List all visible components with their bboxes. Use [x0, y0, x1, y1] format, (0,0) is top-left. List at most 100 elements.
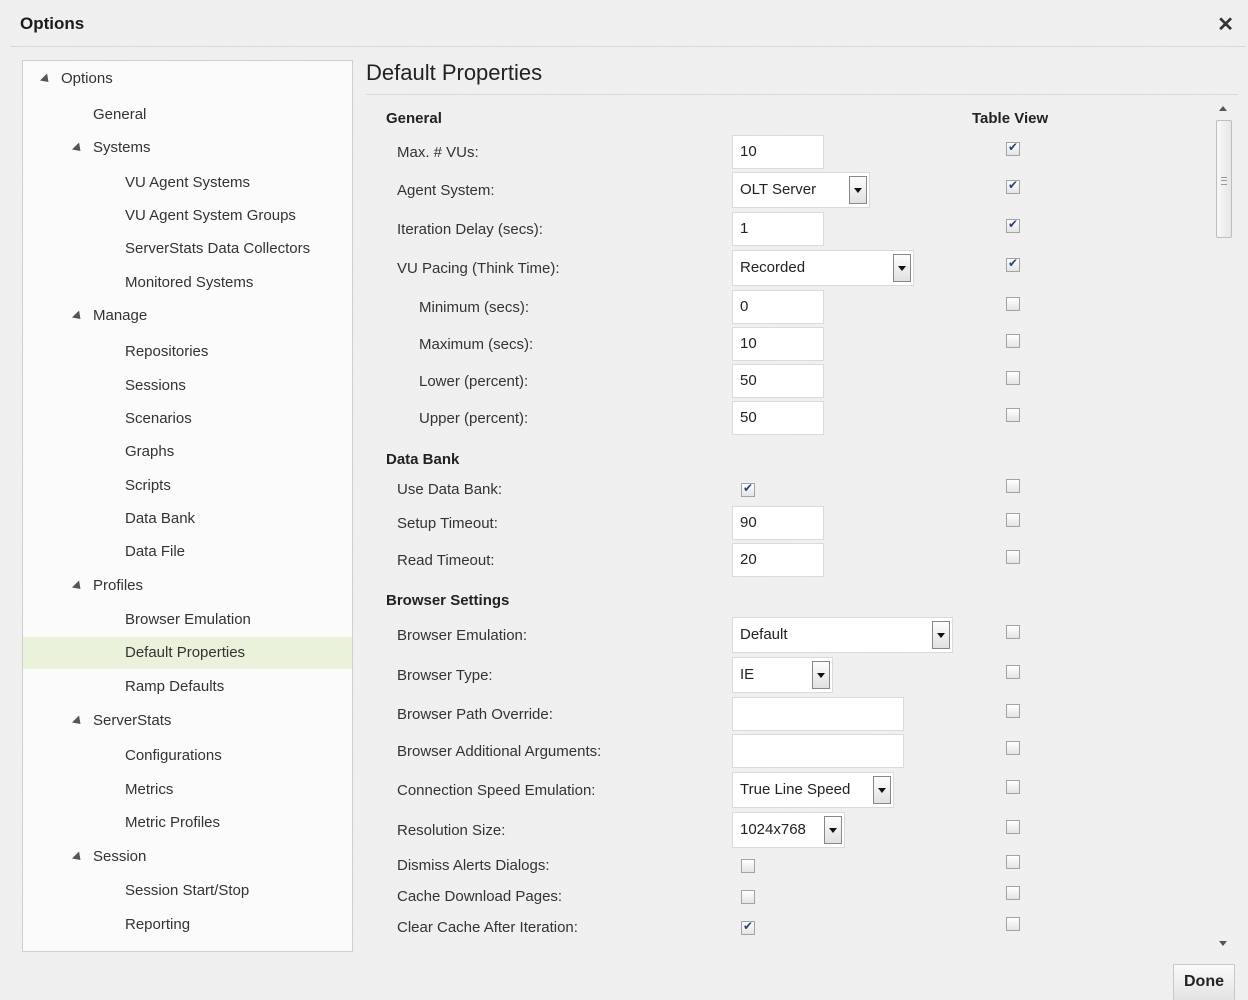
tree-item-label: Sessions	[125, 377, 186, 394]
select-value: 1024x768	[740, 821, 806, 838]
tree-item-label: Scripts	[125, 477, 171, 494]
tree-item-profiles[interactable]: Profiles	[23, 570, 352, 602]
agent-system-table-view-checkbox[interactable]	[1006, 178, 1020, 194]
connection-speed-emulation-table-view-checkbox[interactable]	[1006, 780, 1020, 794]
lower-percent-table-view-checkbox[interactable]	[1006, 371, 1020, 385]
maximum-secs-input[interactable]: 10	[732, 327, 824, 361]
use-data-bank-checkbox[interactable]	[741, 481, 755, 497]
browser-path-override-input[interactable]	[732, 697, 904, 731]
iteration-delay-secs-table-view-checkbox[interactable]	[1006, 217, 1020, 233]
chevron-down-icon[interactable]	[812, 661, 830, 689]
expand-triangle-icon[interactable]	[71, 580, 85, 593]
tree-item-scenarios[interactable]: Scenarios	[23, 403, 352, 435]
tree-item-label: Repositories	[125, 343, 209, 360]
dismiss-alerts-dialogs-table-view-checkbox[interactable]	[1006, 855, 1020, 869]
minimum-secs-table-view-checkbox[interactable]	[1006, 297, 1020, 311]
browser-additional-arguments-table-view-checkbox[interactable]	[1006, 741, 1020, 755]
tree-item-browser-emulation[interactable]: Browser Emulation	[23, 604, 352, 636]
scroll-down-icon[interactable]	[1219, 941, 1227, 946]
scroll-up-icon[interactable]	[1219, 106, 1227, 111]
tree-item-data-file[interactable]: Data File	[23, 536, 352, 568]
tree-item-session[interactable]: Session	[23, 841, 352, 873]
browser-additional-arguments-input[interactable]	[732, 734, 904, 768]
tree-item-default-properties[interactable]: Default Properties	[23, 637, 352, 669]
minimum-secs-label: Minimum (secs):	[419, 299, 530, 316]
tree-item-monitored-systems[interactable]: Monitored Systems	[23, 267, 352, 299]
connection-speed-emulation-select[interactable]: True Line Speed	[732, 772, 894, 808]
tree-item-metrics[interactable]: Metrics	[23, 774, 352, 806]
tree-item-sessions[interactable]: Sessions	[23, 370, 352, 402]
setup-timeout-table-view-checkbox[interactable]	[1006, 513, 1020, 527]
properties-scrollbar[interactable]	[1214, 100, 1234, 952]
expand-triangle-icon[interactable]	[39, 73, 53, 86]
clear-cache-after-iteration-table-view-checkbox[interactable]	[1006, 917, 1020, 931]
chevron-down-icon[interactable]	[932, 621, 950, 649]
heading-divider	[366, 94, 1238, 95]
cache-download-pages-table-view-checkbox[interactable]	[1006, 886, 1020, 900]
max-vus-table-view-checkbox[interactable]	[1006, 140, 1020, 156]
tree-item-repositories[interactable]: Repositories	[23, 336, 352, 368]
tree-item-graphs[interactable]: Graphs	[23, 436, 352, 468]
scroll-thumb[interactable]	[1216, 120, 1232, 238]
max-vus-input[interactable]: 10	[732, 135, 824, 169]
browser-emulation-table-view-checkbox[interactable]	[1006, 625, 1020, 639]
chevron-down-icon[interactable]	[893, 254, 911, 282]
minimum-secs-input[interactable]: 0	[732, 290, 824, 324]
tree-item-manage[interactable]: Manage	[23, 300, 352, 332]
tree-item-label: VU Agent Systems	[125, 174, 251, 191]
lower-percent-input[interactable]: 50	[732, 364, 824, 398]
tree-item-serverstats-data-collectors[interactable]: ServerStats Data Collectors	[23, 233, 352, 265]
dismiss-alerts-dialogs-checkbox[interactable]	[741, 859, 755, 873]
browser-type-select[interactable]: IE	[732, 657, 833, 693]
tree-item-data-bank[interactable]: Data Bank	[23, 503, 352, 535]
browser-type-table-view-checkbox[interactable]	[1006, 665, 1020, 679]
done-button[interactable]: Done	[1173, 964, 1235, 1000]
iteration-delay-secs-input[interactable]: 1	[732, 212, 824, 246]
chevron-down-icon[interactable]	[849, 176, 867, 204]
expand-triangle-icon[interactable]	[71, 715, 85, 728]
tree-item-reporting[interactable]: Reporting	[23, 909, 352, 941]
chevron-down-icon[interactable]	[824, 816, 842, 844]
tree-item-label: Profiles	[93, 577, 144, 594]
vu-pacing-think-time-select[interactable]: Recorded	[732, 250, 914, 286]
browser-path-override-table-view-checkbox[interactable]	[1006, 704, 1020, 718]
tree-item-scripts[interactable]: Scripts	[23, 470, 352, 502]
browser-emulation-label: Browser Emulation:	[397, 627, 528, 644]
tree-item-session-start-stop[interactable]: Session Start/Stop	[23, 875, 352, 907]
resolution-size-select[interactable]: 1024x768	[732, 812, 845, 848]
tree-item-label: Reporting	[125, 916, 191, 933]
clear-cache-after-iteration-checkbox[interactable]	[741, 919, 755, 935]
setup-timeout-input[interactable]: 90	[732, 506, 824, 540]
tree-item-label: Default Properties	[125, 644, 246, 661]
chevron-down-icon[interactable]	[873, 776, 891, 804]
browser-emulation-select[interactable]: Default	[732, 617, 953, 653]
read-timeout-table-view-checkbox[interactable]	[1006, 550, 1020, 564]
upper-percent-input[interactable]: 50	[732, 401, 824, 435]
read-timeout-input[interactable]: 20	[732, 543, 824, 577]
use-data-bank-label: Use Data Bank:	[397, 481, 503, 498]
agent-system-select[interactable]: OLT Server	[732, 172, 870, 208]
tree-item-ramp-defaults[interactable]: Ramp Defaults	[23, 671, 352, 703]
tree-item-metric-profiles[interactable]: Metric Profiles	[23, 807, 352, 839]
cache-download-pages-checkbox[interactable]	[741, 890, 755, 904]
tree-item-label: Data Bank	[125, 510, 196, 527]
close-icon[interactable]: ✕	[1217, 12, 1234, 37]
tree-item-vu-agent-systems[interactable]: VU Agent Systems	[23, 167, 352, 199]
tree-item-vu-agent-system-groups[interactable]: VU Agent System Groups	[23, 200, 352, 232]
expand-triangle-icon[interactable]	[71, 310, 85, 323]
tree-item-configurations[interactable]: Configurations	[23, 740, 352, 772]
tree-item-label: Monitored Systems	[125, 274, 254, 291]
vu-pacing-think-time-table-view-checkbox[interactable]	[1006, 256, 1020, 272]
use-data-bank-table-view-checkbox[interactable]	[1006, 479, 1020, 493]
tree-item-label: ServerStats	[93, 712, 172, 729]
tree-item-serverstats[interactable]: ServerStats	[23, 705, 352, 737]
upper-percent-table-view-checkbox[interactable]	[1006, 408, 1020, 422]
maximum-secs-table-view-checkbox[interactable]	[1006, 334, 1020, 348]
resolution-size-table-view-checkbox[interactable]	[1006, 820, 1020, 834]
tree-item-options[interactable]: Options	[23, 63, 352, 95]
expand-triangle-icon[interactable]	[71, 851, 85, 864]
tree-item-general[interactable]: General	[23, 99, 352, 131]
iteration-delay-secs-label: Iteration Delay (secs):	[397, 221, 543, 238]
tree-item-systems[interactable]: Systems	[23, 132, 352, 164]
expand-triangle-icon[interactable]	[71, 142, 85, 155]
